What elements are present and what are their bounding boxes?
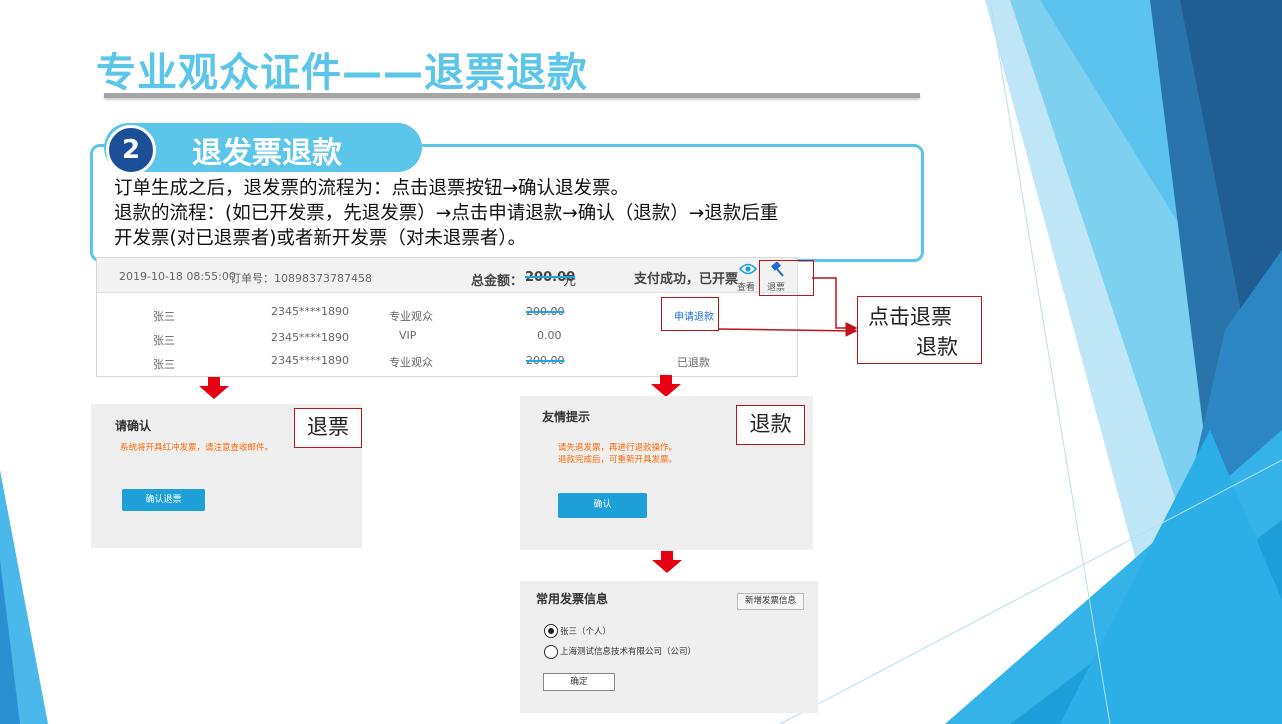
tip-title: 友情提示 (542, 410, 591, 424)
callout-click-refund: 点击退票 退款 (857, 296, 982, 364)
invoice-ok-button[interactable]: 确定 (543, 673, 615, 691)
callout-refund-money: 退款 (736, 405, 805, 445)
radio-option-1-label: 张三（个人） (560, 627, 612, 637)
radio-option-2-label: 上海测试信息技术有限公司（公司） (560, 647, 697, 657)
callout-refund-ticket: 退票 (294, 408, 362, 448)
down-arrow-icon (199, 377, 229, 399)
confirm-refund-button[interactable]: 确认 (558, 493, 647, 518)
radio-option-2[interactable] (544, 645, 558, 659)
down-arrow-icon (652, 551, 682, 573)
invoice-title: 常用发票信息 (536, 592, 609, 606)
invoice-info-panel: 常用发票信息 新增发票信息 张三（个人） 上海测试信息技术有限公司（公司） 确定 (520, 581, 818, 713)
add-invoice-button[interactable]: 新增发票信息 (737, 593, 804, 610)
down-arrow-icon (651, 375, 681, 397)
dialog-title: 请确认 (115, 419, 152, 433)
callout-line-2: 退款 (916, 335, 958, 359)
tip-message-2: 退款完成后，可重新开具发票。 (558, 455, 678, 465)
callout-line-1: 点击退票 (868, 305, 952, 329)
tip-message-1: 请先退发票，再进行退款操作。 (558, 443, 678, 453)
dialog-message: 系统将开具红冲发票，请注意查收邮件。 (120, 443, 274, 453)
confirm-refund-ticket-button[interactable]: 确认退票 (122, 489, 205, 511)
radio-option-1[interactable] (544, 624, 558, 638)
